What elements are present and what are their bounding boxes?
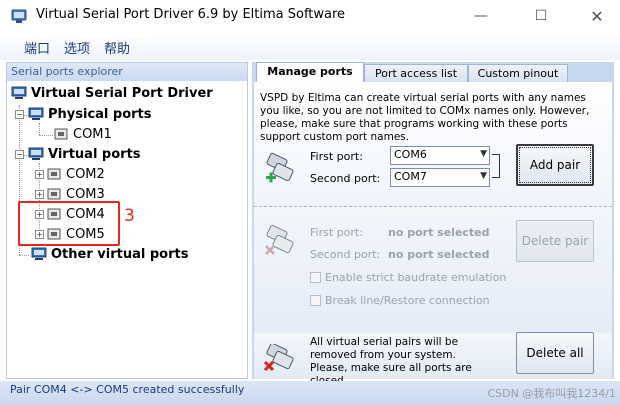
second-port-value: COM7 <box>394 170 427 183</box>
window-title: Virtual Serial Port Driver 6.9 by Eltima… <box>36 7 346 22</box>
chevron-down-icon[interactable]: ▼ <box>480 149 487 159</box>
collapse-icon[interactable]: − <box>15 109 24 119</box>
strict-baudrate-checkbox[interactable]: Enable strict baudrate emulation <box>310 271 506 284</box>
tree-line <box>19 255 29 256</box>
status-text: Pair COM4 <-> COM5 created successfully <box>10 383 245 396</box>
second-port-label: Second port: <box>310 172 381 185</box>
tab-strip: Manage ports Port access list Custom pin… <box>252 62 614 83</box>
add-pair-button[interactable]: Add pair <box>516 144 594 186</box>
create-pair-section: VSPD by Eltima can create virtual serial… <box>254 82 612 204</box>
tree-other-virtual-ports[interactable]: Other virtual ports <box>31 244 188 264</box>
computer-icon <box>11 86 27 99</box>
serial-port-icon <box>47 188 61 200</box>
description-text: VSPD by Eltima can create virtual serial… <box>260 92 590 143</box>
add-pair-icon <box>266 152 294 183</box>
break-line-checkbox[interactable]: Break line/Restore connection <box>310 294 490 307</box>
delete-all-icon <box>263 344 294 372</box>
annotation-highlight-box <box>18 201 120 246</box>
app-icon <box>11 9 27 23</box>
tree-port-com2[interactable]: + COM2 <box>35 164 105 184</box>
tab-custom-pinout[interactable]: Custom pinout <box>468 64 568 82</box>
delete-pair-icon <box>265 224 294 255</box>
explorer-header: Serial ports explorer <box>7 63 247 81</box>
delete-second-port-value: no port selected <box>388 248 490 261</box>
pair-bracket <box>492 154 500 178</box>
delete-first-port-value: no port selected <box>388 226 490 239</box>
title-bar: Virtual Serial Port Driver 6.9 by Eltima… <box>0 0 620 32</box>
right-pane: Manage ports Port access list Custom pin… <box>252 62 614 387</box>
chevron-down-icon[interactable]: ▼ <box>480 171 487 181</box>
delete-all-button[interactable]: Delete all <box>516 332 594 374</box>
tab-port-access-list[interactable]: Port access list <box>364 64 468 82</box>
second-port-select[interactable]: COM7 ▼ <box>390 168 490 187</box>
annotation-number: 3 <box>124 206 135 226</box>
tree-physical-label: Physical ports <box>48 106 152 122</box>
collapse-icon[interactable]: − <box>15 149 24 159</box>
delete-first-port-label: First port: <box>310 226 363 239</box>
computer-icon <box>28 107 44 120</box>
checkbox-box[interactable] <box>310 295 321 306</box>
tree-root-label: Virtual Serial Port Driver <box>31 85 213 101</box>
tree-line <box>39 135 53 136</box>
tree-port-label: COM2 <box>66 166 105 182</box>
first-port-label: First port: <box>310 150 363 163</box>
tree-port-com1[interactable]: COM1 <box>53 124 112 144</box>
computer-icon <box>31 247 47 260</box>
watermark-text: CSDN @我布叫我1234/1 <box>487 387 616 400</box>
break-line-label: Break line/Restore connection <box>325 294 490 307</box>
section-divider <box>254 206 612 207</box>
maximize-button[interactable]: ☐ <box>518 0 564 32</box>
serial-port-icon <box>47 168 61 180</box>
tab-manage-ports[interactable]: Manage ports <box>256 62 364 83</box>
tree-root[interactable]: Virtual Serial Port Driver <box>11 83 213 103</box>
menu-options[interactable]: 选项 <box>64 38 90 57</box>
tree-virtual-ports[interactable]: − Virtual ports <box>15 144 141 164</box>
delete-pair-section: First port: no port selected Second port… <box>254 206 612 332</box>
menu-ports[interactable]: 端口 <box>24 38 50 57</box>
strict-baudrate-label: Enable strict baudrate emulation <box>325 271 507 284</box>
computer-icon <box>28 147 44 160</box>
expand-icon[interactable]: + <box>35 169 44 179</box>
checkbox-box[interactable] <box>310 272 321 283</box>
tree-line <box>39 123 40 135</box>
minimize-button[interactable]: — <box>458 0 504 32</box>
serial-port-icon <box>54 128 68 140</box>
menu-help[interactable]: 帮助 <box>104 38 130 57</box>
first-port-value: COM6 <box>394 148 427 161</box>
tree-other-label: Other virtual ports <box>51 246 189 262</box>
expand-icon[interactable]: + <box>35 189 44 199</box>
close-button[interactable]: ✕ <box>574 0 620 32</box>
delete-pair-button[interactable]: Delete pair <box>516 220 594 262</box>
tree-port-label: COM1 <box>73 126 112 142</box>
tree-port-label: COM3 <box>66 186 105 202</box>
status-bar: Pair COM4 <-> COM5 created successfully … <box>0 381 620 405</box>
tree-physical-ports[interactable]: − Physical ports <box>15 104 152 124</box>
delete-second-port-label: Second port: <box>310 248 381 261</box>
menu-bar: 端口 选项 帮助 <box>0 32 620 60</box>
tree-virtual-label: Virtual ports <box>48 146 141 162</box>
manage-ports-panel: VSPD by Eltima can create virtual serial… <box>254 82 612 387</box>
first-port-select[interactable]: COM6 ▼ <box>390 146 490 165</box>
